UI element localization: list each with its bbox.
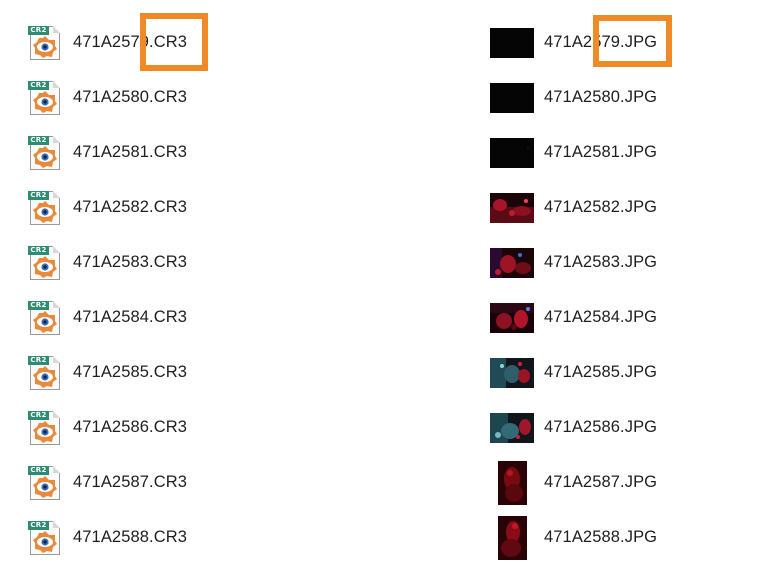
file-type-tag: CR2 [28,465,49,475]
file-name: 471A2586.CR3 [73,418,188,436]
file-name: 471A2581.CR3 [73,143,188,161]
highlight-box-cr3 [140,13,208,71]
file-type-tag: CR2 [28,300,49,310]
cr3-file-icon: CR2 [26,245,65,281]
file-item[interactable]: 471A2581.JPG [486,125,657,180]
cr3-file-icon: CR2 [26,190,65,226]
image-thumbnail [497,460,527,505]
cr3-file-icon: CR2 [26,355,65,391]
file-name: 471A2585.CR3 [73,363,188,381]
image-thumbnail [490,302,534,333]
file-item[interactable]: 471A2588.JPG [486,510,657,565]
image-thumbnail [497,515,527,560]
file-item[interactable]: 471A2587.JPG [486,455,657,510]
file-type-tag: CR2 [28,190,49,200]
file-type-tag: CR2 [28,80,49,90]
file-name: 471A2582.JPG [544,198,658,216]
file-type-tag: CR2 [28,355,49,365]
file-item[interactable]: CR2 471A2582.CR3 [26,180,187,235]
cr3-file-icon: CR2 [26,80,65,116]
file-name: 471A2585.JPG [544,363,658,381]
file-type-tag: CR2 [28,25,49,35]
file-name: 471A2584.JPG [544,308,658,326]
image-thumbnail [490,137,534,168]
file-item[interactable]: CR2 471A2588.CR3 [26,510,187,565]
cr3-file-icon: CR2 [26,465,65,501]
file-name: 471A2580.CR3 [73,88,188,106]
file-item[interactable]: 471A2584.JPG [486,290,657,345]
file-name: 471A2586.JPG [544,418,658,436]
file-type-tag: CR2 [28,410,49,420]
file-item[interactable]: CR2 471A2585.CR3 [26,345,187,400]
cr3-file-icon: CR2 [26,25,65,61]
cr3-file-icon: CR2 [26,520,65,556]
image-thumbnail [490,357,534,388]
file-name: 471A2583.JPG [544,253,658,271]
image-thumbnail [490,412,534,443]
file-item[interactable]: CR2 471A2580.CR3 [26,70,187,125]
file-name: 471A2588.CR3 [73,528,188,546]
file-name: 471A2588.JPG [544,528,658,546]
file-type-tag: CR2 [28,245,49,255]
file-name: 471A2587.JPG [544,473,658,491]
file-type-tag: CR2 [28,520,49,530]
image-thumbnail [490,27,534,58]
image-thumbnail [490,82,534,113]
file-item[interactable]: CR2 471A2587.CR3 [26,455,187,510]
file-name: 471A2582.CR3 [73,198,188,216]
cr3-file-icon: CR2 [26,410,65,446]
file-type-tag: CR2 [28,135,49,145]
highlight-box-jpg [593,15,672,67]
file-item[interactable]: CR2 471A2581.CR3 [26,125,187,180]
file-name: 471A2580.JPG [544,88,658,106]
file-item[interactable]: CR2 471A2584.CR3 [26,290,187,345]
cr3-file-icon: CR2 [26,135,65,171]
file-item[interactable]: CR2 471A2583.CR3 [26,235,187,290]
file-item[interactable]: CR2 471A2586.CR3 [26,400,187,455]
file-item[interactable]: 471A2580.JPG [486,70,657,125]
image-thumbnail [490,192,534,223]
file-name: 471A2587.CR3 [73,473,188,491]
file-item[interactable]: 471A2583.JPG [486,235,657,290]
file-item[interactable]: 471A2582.JPG [486,180,657,235]
file-name: 471A2583.CR3 [73,253,188,271]
file-name: 471A2584.CR3 [73,308,188,326]
file-item[interactable]: 471A2586.JPG [486,400,657,455]
image-thumbnail [490,247,534,278]
file-name: 471A2581.JPG [544,143,658,161]
cr3-file-icon: CR2 [26,300,65,336]
file-item[interactable]: 471A2585.JPG [486,345,657,400]
